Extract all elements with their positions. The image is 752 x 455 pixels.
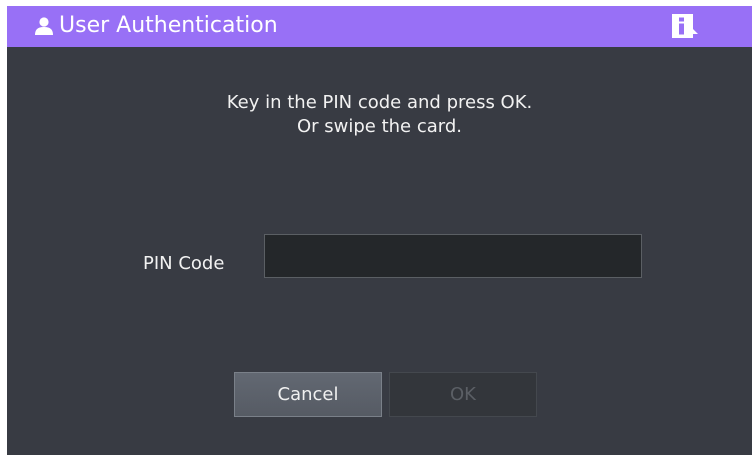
instruction-line-1: Key in the PIN code and press OK. — [226, 92, 533, 113]
pin-code-input[interactable] — [264, 234, 642, 278]
pin-code-label: PIN Code — [143, 253, 225, 274]
title-bar: User Authentication — [7, 6, 752, 47]
ok-button[interactable]: OK — [389, 372, 537, 417]
page-title: User Authentication — [59, 13, 278, 38]
instruction-text: Key in the PIN code and press OK. Or swi… — [7, 91, 752, 139]
user-icon — [35, 17, 53, 35]
instruction-line-2: Or swipe the card. — [296, 116, 463, 137]
authentication-dialog: User Authentication Key in the PIN code … — [7, 6, 752, 455]
cancel-button[interactable]: Cancel — [234, 372, 382, 417]
info-icon[interactable] — [672, 14, 698, 38]
